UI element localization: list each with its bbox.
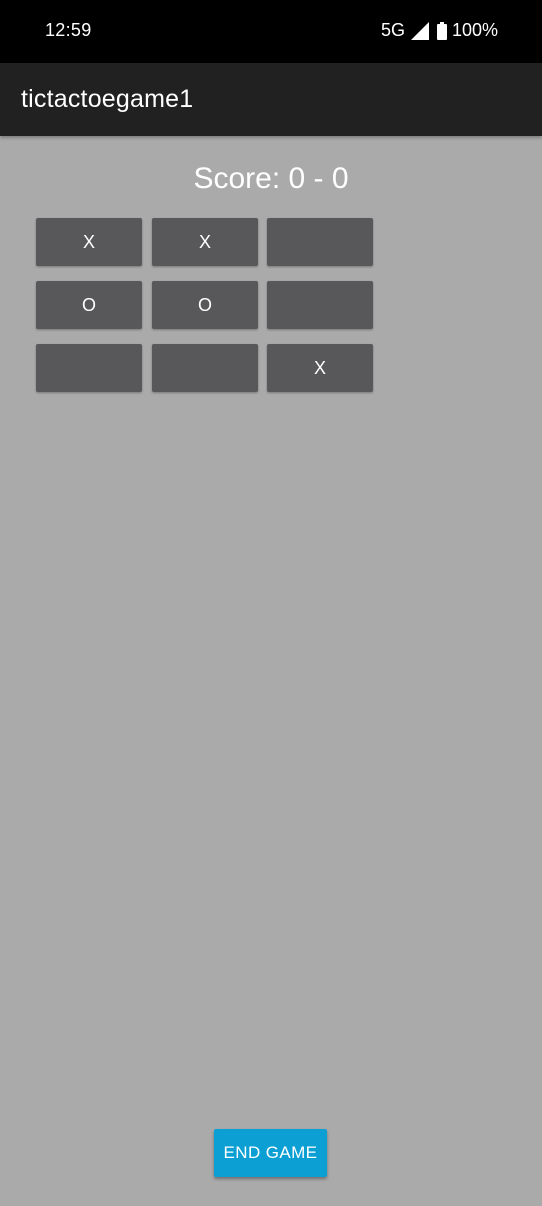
status-bar: 12:59 5G 100% — [0, 0, 542, 63]
board-cell-0-2[interactable] — [267, 218, 373, 266]
signal-icon — [410, 21, 429, 40]
board-cell-1-1[interactable]: O — [152, 281, 258, 329]
board-cell-2-2[interactable]: X — [267, 344, 373, 392]
board-cell-2-0[interactable] — [36, 344, 142, 392]
network-type: 5G — [380, 20, 405, 40]
battery-icon — [436, 21, 447, 40]
board-cell-2-1[interactable] — [152, 344, 258, 392]
board-cell-0-1[interactable]: X — [152, 218, 258, 266]
app-bar: tictactoegame1 — [0, 63, 542, 136]
battery-level: 100% — [451, 20, 498, 40]
score-label: Score: 0 - 0 — [193, 162, 349, 195]
app-title: tictactoegame1 — [21, 85, 194, 113]
board-cell-0-0[interactable]: X — [36, 218, 142, 266]
game-board: X X O O X — [36, 218, 373, 392]
board-cell-1-0[interactable]: O — [36, 281, 142, 329]
status-indicators: 5G 100% — [381, 20, 498, 41]
end-game-button[interactable]: END GAME — [214, 1129, 327, 1177]
status-time: 12:59 — [45, 20, 92, 40]
board-cell-1-2[interactable] — [267, 281, 373, 329]
